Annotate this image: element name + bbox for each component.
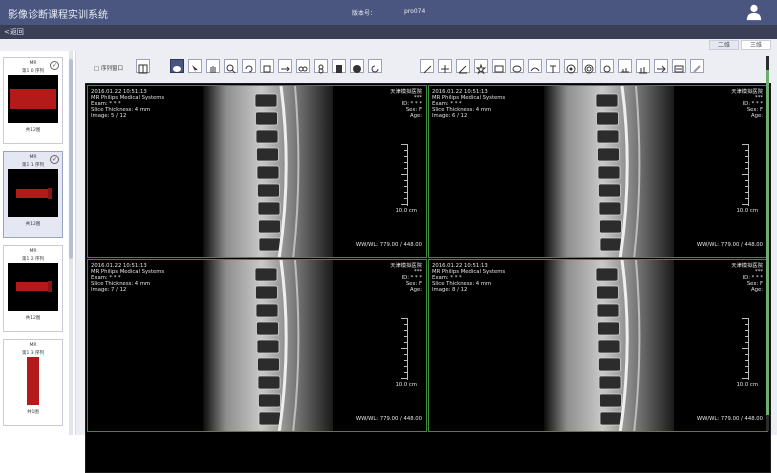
scale-bar bbox=[400, 318, 408, 380]
flip-horizontal-icon[interactable] bbox=[278, 59, 292, 73]
window-level-readout: WW/WL: 779.00 / 448.00 bbox=[696, 242, 763, 248]
patient-age: Age: bbox=[409, 287, 422, 293]
thumbnail-image bbox=[8, 169, 58, 217]
tab-3d[interactable]: 三维 bbox=[741, 40, 771, 50]
top-bar: 影像诊断课程实训系统 版本号： pro074 bbox=[0, 0, 777, 25]
invert-icon[interactable] bbox=[314, 59, 328, 74]
rectangle-icon[interactable] bbox=[492, 59, 506, 73]
mri-spine-image bbox=[544, 260, 674, 431]
series-thumbnail-list: MR 第1 0 序列 ✓ 共12图 MR 第1 1 序列 ✓ 共12图 MR 第… bbox=[0, 51, 76, 435]
image-toolbar: □ 序列窗口 bbox=[86, 57, 771, 79]
window-level-readout: WW/WL: 779.00 / 448.00 bbox=[355, 242, 422, 248]
angle-icon[interactable] bbox=[456, 59, 470, 74]
mri-spine-image bbox=[203, 260, 333, 431]
refresh-icon[interactable] bbox=[368, 59, 382, 73]
thumbnail-count: 共1图 bbox=[27, 410, 39, 415]
zoom-icon[interactable] bbox=[224, 59, 238, 74]
thumbnail-count: 共12图 bbox=[25, 128, 41, 133]
scale-label: 10.0 cm bbox=[395, 208, 417, 214]
series-thumbnail[interactable]: MR 第1 0 序列 ✓ 共12图 bbox=[3, 57, 63, 144]
scale-bar bbox=[741, 144, 749, 206]
ellipse-icon[interactable] bbox=[510, 59, 524, 73]
text-icon[interactable] bbox=[546, 59, 560, 73]
series-window-checkbox[interactable]: □ 序列窗口 bbox=[94, 64, 123, 72]
series-thumbnail[interactable]: MR 第1 2 序列 共12图 bbox=[3, 245, 63, 332]
viewer-scroll-handle[interactable] bbox=[766, 70, 769, 415]
image-pane[interactable]: 2016.01.22 10:51:13 MR Philips Medical S… bbox=[87, 259, 427, 432]
image-index: Image: 5 / 12 bbox=[91, 113, 127, 119]
user-avatar-icon[interactable] bbox=[745, 3, 763, 21]
crosshair-icon[interactable] bbox=[438, 59, 452, 73]
version-value: pro074 bbox=[404, 8, 426, 15]
reset-icon[interactable] bbox=[260, 59, 274, 73]
rotate-icon[interactable] bbox=[242, 59, 256, 73]
thumbnail-count: 共12图 bbox=[25, 222, 41, 227]
nav-bar: <返回 bbox=[0, 25, 777, 39]
thumbnail-modality: MR bbox=[29, 249, 37, 254]
check-circle-icon[interactable]: ✓ bbox=[50, 155, 59, 164]
thumbnail-image bbox=[8, 357, 58, 405]
contrast-icon[interactable] bbox=[350, 59, 364, 73]
ruler-icon[interactable] bbox=[618, 59, 632, 73]
window-level-readout: WW/WL: 779.00 / 448.00 bbox=[355, 416, 422, 422]
thumbnail-count: 共12图 bbox=[25, 316, 41, 321]
series-thumbnail[interactable]: MR 第1 1 序列 ✓ 共12图 bbox=[3, 151, 63, 238]
back-link[interactable]: <返回 bbox=[4, 27, 24, 37]
tab-2d[interactable]: 二维 bbox=[709, 40, 739, 50]
star-icon[interactable] bbox=[474, 59, 488, 75]
pen-icon[interactable] bbox=[420, 59, 434, 74]
check-circle-icon[interactable]: ✓ bbox=[50, 61, 59, 70]
curve-icon[interactable] bbox=[528, 59, 542, 73]
target-icon[interactable] bbox=[582, 59, 596, 74]
thumbnail-scroll-handle[interactable] bbox=[69, 59, 73, 259]
scale-bar bbox=[400, 144, 408, 206]
patient-age: Age: bbox=[409, 113, 422, 119]
histogram-icon[interactable] bbox=[636, 59, 650, 74]
label-icon[interactable] bbox=[672, 59, 686, 73]
thumbnail-image bbox=[8, 75, 58, 123]
scale-label: 10.0 cm bbox=[736, 382, 758, 388]
select-icon[interactable] bbox=[188, 59, 202, 73]
window-level-readout: WW/WL: 779.00 / 448.00 bbox=[696, 416, 763, 422]
thumbnail-series: 第1 2 序列 bbox=[21, 257, 45, 262]
image-index: Image: 6 / 12 bbox=[432, 113, 468, 119]
version-label: 版本号： bbox=[352, 10, 377, 17]
window-level-icon[interactable] bbox=[332, 59, 346, 73]
cursor-icon[interactable] bbox=[170, 59, 184, 73]
dot-icon[interactable] bbox=[600, 59, 614, 73]
patient-age: Age: bbox=[750, 287, 763, 293]
flip-vertical-icon[interactable] bbox=[296, 59, 310, 73]
view-mode-tabs: 二维 三维 bbox=[709, 40, 771, 50]
image-pane[interactable]: 2016.01.22 10:51:13 MR Philips Medical S… bbox=[428, 259, 768, 432]
image-pane[interactable]: 2016.01.22 10:51:13 MR Philips Medical S… bbox=[428, 85, 768, 258]
series-thumbnail[interactable]: MR 第1 3 序列 共1图 bbox=[3, 339, 63, 426]
app-title: 影像诊断课程实训系统 bbox=[8, 10, 108, 21]
scale-label: 10.0 cm bbox=[395, 382, 417, 388]
patient-age: Age: bbox=[750, 113, 763, 119]
image-index: Image: 7 / 12 bbox=[91, 287, 127, 293]
pan-hand-icon[interactable] bbox=[206, 59, 220, 73]
scale-label: 10.0 cm bbox=[736, 208, 758, 214]
thumbnail-image bbox=[8, 263, 58, 311]
mri-spine-image bbox=[544, 86, 674, 257]
eraser-icon[interactable] bbox=[690, 59, 704, 73]
layout-icon[interactable] bbox=[136, 59, 150, 74]
scale-bar bbox=[741, 318, 749, 380]
image-index: Image: 8 / 12 bbox=[432, 287, 468, 293]
arrow-icon[interactable] bbox=[654, 59, 668, 73]
circle-icon[interactable] bbox=[564, 59, 578, 74]
mri-spine-image bbox=[203, 86, 333, 257]
thumbnail-series: 第1 3 序列 bbox=[21, 351, 45, 356]
thumbnail-modality: MR bbox=[29, 343, 37, 348]
image-pane[interactable]: 2016.01.22 10:51:13 MR Philips Medical S… bbox=[87, 85, 427, 258]
